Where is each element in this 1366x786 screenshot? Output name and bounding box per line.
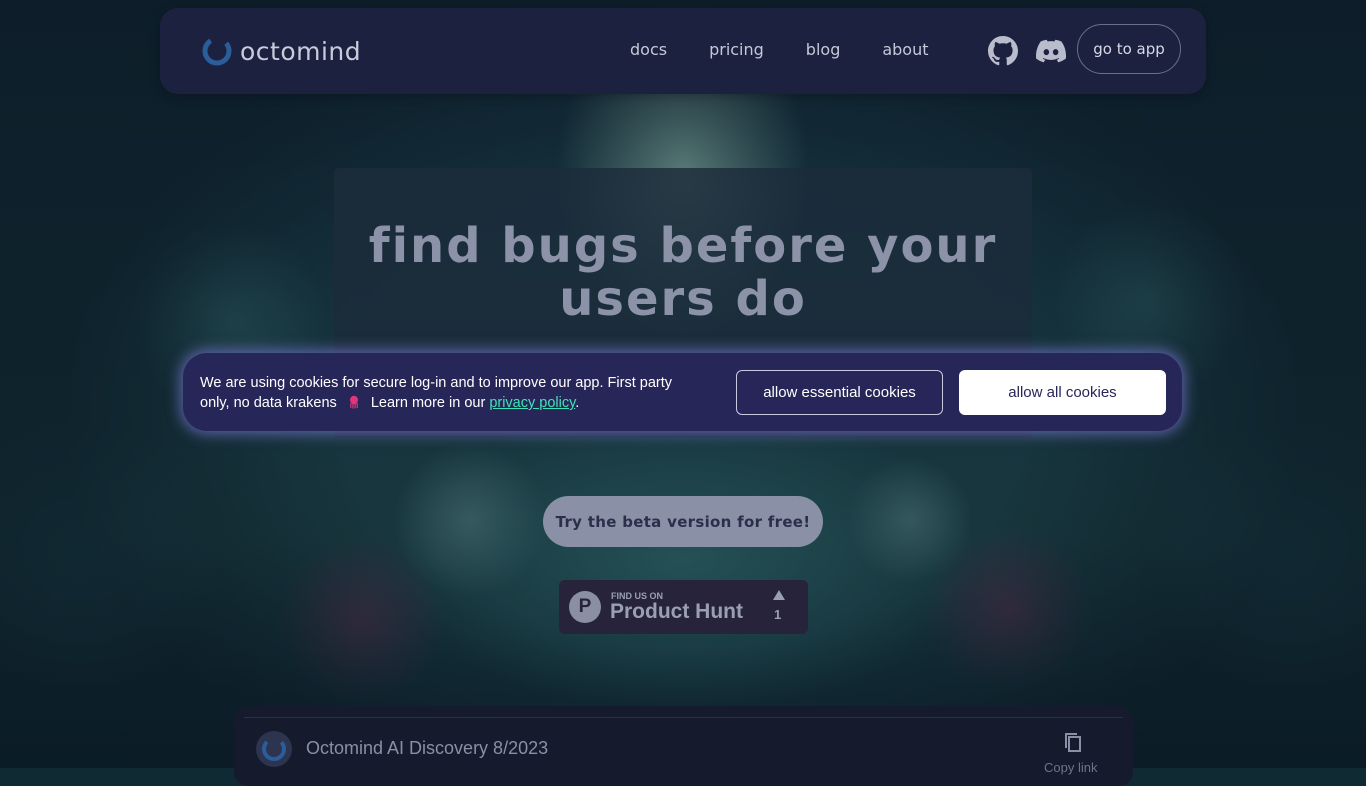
site-header: octomind docs pricing blog about go to a… xyxy=(160,8,1206,94)
product-hunt-badge[interactable]: P FIND US ON Product Hunt 1 xyxy=(559,580,808,634)
video-divider xyxy=(244,717,1123,718)
try-beta-button[interactable]: Try the beta version for free! xyxy=(543,496,823,547)
discord-icon xyxy=(1036,39,1066,63)
kraken-icon xyxy=(349,395,358,409)
github-icon xyxy=(988,36,1018,66)
upvote-arrow-icon xyxy=(773,590,785,600)
brand-name: octomind xyxy=(240,36,362,66)
discord-link[interactable] xyxy=(1036,36,1066,66)
cookie-text-period: . xyxy=(575,395,580,411)
privacy-policy-link[interactable]: privacy policy xyxy=(489,395,575,411)
github-link[interactable] xyxy=(988,36,1018,66)
allow-all-cookies-button[interactable]: allow all cookies xyxy=(959,370,1166,415)
nav-docs[interactable]: docs xyxy=(630,40,667,59)
upvote-count: 1 xyxy=(774,607,782,622)
social-links xyxy=(988,36,1066,66)
go-to-app-button[interactable]: go to app xyxy=(1077,24,1181,74)
channel-avatar[interactable] xyxy=(256,731,292,767)
main-nav: docs pricing blog about xyxy=(630,40,971,59)
allow-essential-cookies-button[interactable]: allow essential cookies xyxy=(736,370,943,415)
video-title[interactable]: Octomind AI Discovery 8/2023 xyxy=(306,738,548,759)
cookie-text-learn: Learn more in our xyxy=(370,395,486,411)
nav-about[interactable]: about xyxy=(882,40,928,59)
hero-title: find bugs before your users do xyxy=(368,218,998,327)
copy-link-icon[interactable] xyxy=(1064,732,1084,754)
octomind-avatar-icon xyxy=(262,737,286,761)
product-hunt-name: Product Hunt xyxy=(610,600,743,623)
cookie-message: We are using cookies for secure log-in a… xyxy=(200,373,700,413)
logo-link[interactable]: octomind xyxy=(202,36,361,66)
octomind-logo-icon xyxy=(202,36,232,66)
nav-blog[interactable]: blog xyxy=(806,40,841,59)
cookie-banner: We are using cookies for secure log-in a… xyxy=(183,353,1182,431)
product-hunt-logo-icon: P xyxy=(569,591,601,623)
nav-pricing[interactable]: pricing xyxy=(709,40,764,59)
video-embed[interactable]: Octomind AI Discovery 8/2023 Copy link xyxy=(234,706,1133,786)
